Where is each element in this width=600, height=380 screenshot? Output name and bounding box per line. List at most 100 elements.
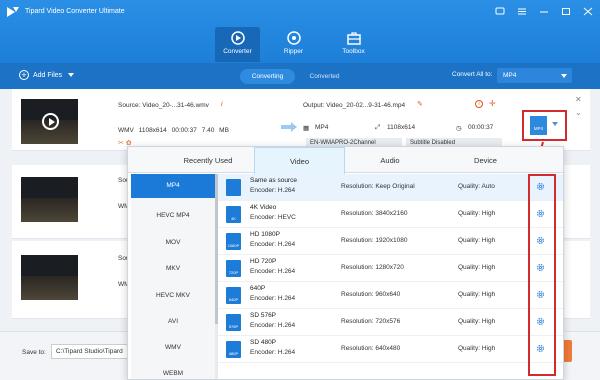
preset-row[interactable]: 480P SD 480P Encoder: H.264 Resolution: … [218, 336, 563, 363]
feedback-icon[interactable] [495, 7, 505, 16]
preset-name: HD 720P [250, 258, 277, 265]
title-bar: Tipard Video Converter Ultimate Converte… [0, 0, 600, 63]
preset-icon: 640P [226, 287, 241, 304]
preset-icon-label: 480P [228, 351, 239, 356]
preset-name: 640P [250, 285, 266, 292]
save-to-label: Save to: [22, 349, 46, 356]
info-icon[interactable]: i [221, 101, 223, 108]
merge-icon[interactable]: ✛ [489, 99, 496, 108]
category-item[interactable]: MOV [131, 233, 215, 253]
tab-toolbox[interactable]: Toolbox [331, 27, 376, 62]
source-resolution: 1108x614 [138, 127, 167, 134]
tab-converted[interactable]: Converted [302, 69, 347, 84]
video-thumbnail[interactable] [21, 255, 78, 300]
preset-encoder: Encoder: H.264 [250, 268, 296, 275]
category-item[interactable]: AVI [131, 312, 215, 332]
preset-resolution: Resolution: Keep Original [341, 183, 415, 190]
highlight-box [522, 110, 567, 141]
tab-video[interactable]: Video [254, 147, 345, 174]
format-tabs: Recently Used Video Audio Device [128, 147, 563, 174]
preset-quality: Quality: Auto [458, 183, 495, 190]
ripper-icon [286, 31, 301, 45]
convert-all-value: MP4 [503, 72, 517, 79]
source-meta: WMV 1108x614 00:00:37 7.40 MB [118, 127, 229, 134]
category-item[interactable]: WMV [131, 338, 215, 358]
resize-icon: ⤢ [375, 124, 381, 131]
preset-resolution: Resolution: 960x640 [341, 291, 401, 298]
preset-resolution: Resolution: 1280x720 [341, 264, 404, 271]
play-icon[interactable] [42, 113, 59, 130]
converter-icon [230, 31, 245, 45]
preset-row[interactable]: 576P SD 576P Encoder: H.264 Resolution: … [218, 309, 563, 336]
menu-icon[interactable] [517, 7, 527, 16]
tab-ripper[interactable]: Ripper [271, 27, 316, 62]
category-item[interactable]: HEVC MP4 [131, 206, 215, 226]
preset-quality: Quality: High [458, 291, 496, 298]
video-thumbnail[interactable] [21, 99, 78, 144]
tab-converter[interactable]: Converter [215, 27, 260, 62]
close-icon[interactable] [583, 7, 593, 16]
video-thumbnail[interactable] [21, 177, 78, 222]
remove-file-icon[interactable]: ✕ [575, 95, 582, 104]
preset-row[interactable]: Same as source Encoder: H.264 Resolution… [218, 174, 563, 201]
preset-icon: 576P [226, 314, 241, 331]
file-row: Source: Video_20-...31-46.wmv i WMV 1108… [12, 89, 590, 151]
preset-resolution: Resolution: 1920x1080 [341, 237, 408, 244]
info-icon[interactable]: i [475, 100, 483, 108]
clock-icon: ◷ [456, 125, 462, 132]
add-files-button[interactable]: + Add Files [19, 70, 75, 80]
tab-recently-used[interactable]: Recently Used [153, 147, 263, 173]
category-item[interactable]: MKV [131, 259, 215, 279]
source-filename: Source: Video_20-...31-46.wmv [118, 102, 209, 109]
preset-name: SD 480P [250, 339, 277, 346]
category-item[interactable]: HEVC MKV [131, 286, 215, 306]
convert-all-select[interactable]: MP4 [497, 68, 572, 83]
preset-icon: 1080P [226, 233, 241, 250]
preset-name: Same as source [250, 177, 297, 184]
tab-converter-label: Converter [223, 48, 252, 55]
preset-resolution: Resolution: 640x480 [341, 345, 401, 352]
category-item[interactable]: MP4 [131, 174, 215, 198]
tab-toolbox-label: Toolbox [342, 48, 365, 55]
source-format: WMV [118, 127, 134, 134]
preset-quality: Quality: High [458, 345, 496, 352]
preset-icon-label: 1080P [227, 243, 240, 248]
preset-encoder: Encoder: H.264 [250, 295, 296, 302]
source-size: 7.40 MB [201, 127, 229, 134]
app-logo-icon [7, 7, 19, 17]
add-files-label: Add Files [33, 71, 63, 79]
convert-arrow-icon [281, 122, 297, 132]
preset-name: SD 576P [250, 312, 277, 319]
preset-icon-label: 640P [228, 297, 239, 302]
sub-toolbar: + Add Files Converting Converted Convert… [0, 63, 600, 89]
window-controls [495, 7, 593, 16]
save-path-field[interactable]: C:\Tipard Studio\Tipard [51, 344, 131, 359]
preset-row[interactable]: 4K 4K Video Encoder: HEVC Resolution: 38… [218, 201, 563, 228]
preset-row[interactable]: 640P 640P Encoder: H.264 Resolution: 960… [218, 282, 563, 309]
film-icon: ▦ [303, 125, 310, 132]
preset-resolution: Resolution: 3840x2160 [341, 210, 408, 217]
preset-quality: Quality: High [458, 318, 496, 325]
preset-row[interactable]: 1080P HD 1080P Encoder: H.264 Resolution… [218, 228, 563, 255]
preset-icon-label: 720P [228, 270, 239, 275]
category-item[interactable]: WEBM [131, 364, 215, 379]
chevron-down-icon [561, 74, 567, 78]
preset-encoder: Encoder: HEVC [250, 214, 296, 221]
preset-encoder: Encoder: H.264 [250, 322, 296, 329]
minimize-icon[interactable] [539, 7, 549, 16]
maximize-icon[interactable] [561, 7, 571, 16]
preset-icon: 720P [226, 260, 241, 277]
tab-ripper-label: Ripper [283, 48, 304, 55]
preset-name: 4K Video [250, 204, 277, 211]
collapse-icon[interactable]: ⌄ [575, 108, 582, 117]
output-resolution: 1108x614 [387, 124, 416, 131]
preset-icon-label: 576P [228, 324, 239, 329]
preset-quality: Quality: High [458, 237, 496, 244]
tab-converting[interactable]: Converting [240, 69, 295, 84]
plus-icon: + [19, 70, 29, 80]
edit-name-icon[interactable]: ✎ [417, 100, 423, 108]
preset-row[interactable]: 720P HD 720P Encoder: H.264 Resolution: … [218, 255, 563, 282]
chevron-down-icon[interactable] [68, 73, 75, 77]
tab-device[interactable]: Device [433, 147, 538, 173]
tab-audio[interactable]: Audio [340, 147, 440, 173]
